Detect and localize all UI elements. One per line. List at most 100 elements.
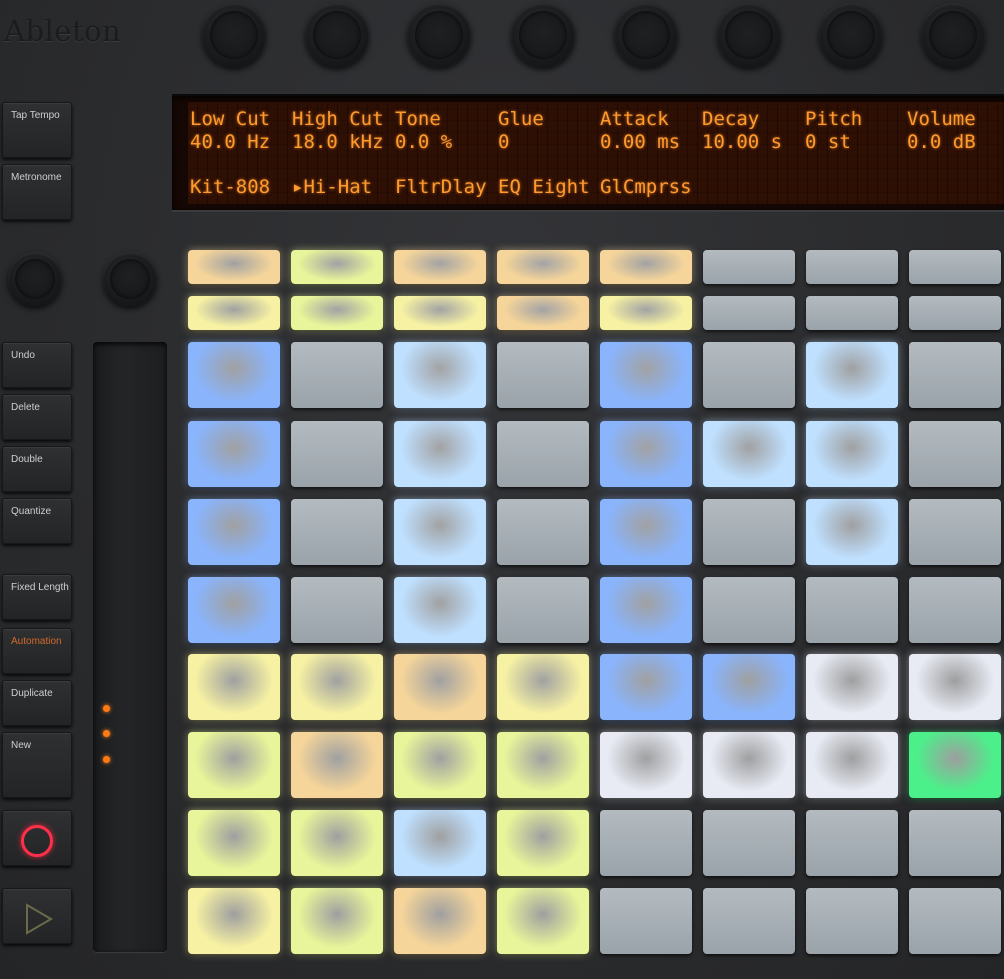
- pad-r4-c8[interactable]: [909, 577, 1001, 643]
- pad-r8-c5[interactable]: [600, 888, 692, 954]
- track-state-button-4[interactable]: [497, 296, 589, 330]
- pad-r4-c7[interactable]: [806, 577, 898, 643]
- quantize-button[interactable]: Quantize: [2, 498, 72, 544]
- swing-knob[interactable]: [103, 252, 157, 306]
- pad-r3-c4[interactable]: [497, 499, 589, 565]
- pad-r5-c4[interactable]: [497, 654, 589, 720]
- pad-r1-c5[interactable]: [600, 342, 692, 408]
- pad-r5-c7[interactable]: [806, 654, 898, 720]
- tap-tempo-button[interactable]: Tap Tempo: [2, 102, 72, 158]
- track-state-button-6[interactable]: [703, 296, 795, 330]
- encoder-knob-2[interactable]: [305, 3, 369, 67]
- track-select-button-2[interactable]: [291, 250, 383, 284]
- pad-r2-c5[interactable]: [600, 421, 692, 487]
- double-button[interactable]: Double: [2, 446, 72, 492]
- track-state-button-3[interactable]: [394, 296, 486, 330]
- pad-r6-c6[interactable]: [703, 732, 795, 798]
- pad-r8-c2[interactable]: [291, 888, 383, 954]
- play-button[interactable]: [2, 888, 72, 944]
- pad-r8-c3[interactable]: [394, 888, 486, 954]
- pad-r1-c3[interactable]: [394, 342, 486, 408]
- pad-r2-c3[interactable]: [394, 421, 486, 487]
- pad-r5-c5[interactable]: [600, 654, 692, 720]
- encoder-knob-3[interactable]: [407, 3, 471, 67]
- new-button[interactable]: New: [2, 732, 72, 798]
- automation-button[interactable]: Automation: [2, 628, 72, 674]
- pad-r3-c6[interactable]: [703, 499, 795, 565]
- track-state-button-5[interactable]: [600, 296, 692, 330]
- pad-r8-c4[interactable]: [497, 888, 589, 954]
- pad-r1-c7[interactable]: [806, 342, 898, 408]
- pad-r2-c4[interactable]: [497, 421, 589, 487]
- pad-r8-c6[interactable]: [703, 888, 795, 954]
- pad-r7-c2[interactable]: [291, 810, 383, 876]
- pad-r3-c3[interactable]: [394, 499, 486, 565]
- pad-r2-c2[interactable]: [291, 421, 383, 487]
- duplicate-button[interactable]: Duplicate: [2, 680, 72, 726]
- track-select-button-7[interactable]: [806, 250, 898, 284]
- pad-r4-c4[interactable]: [497, 577, 589, 643]
- pad-r5-c6[interactable]: [703, 654, 795, 720]
- metronome-button[interactable]: Metronome: [2, 164, 72, 220]
- track-state-button-1[interactable]: [188, 296, 280, 330]
- pad-r5-c3[interactable]: [394, 654, 486, 720]
- pad-r1-c8[interactable]: [909, 342, 1001, 408]
- pad-r7-c5[interactable]: [600, 810, 692, 876]
- pad-r8-c7[interactable]: [806, 888, 898, 954]
- encoder-knob-8[interactable]: [921, 3, 985, 67]
- touch-strip[interactable]: [93, 342, 167, 952]
- pad-r6-c5[interactable]: [600, 732, 692, 798]
- undo-button[interactable]: Undo: [2, 342, 72, 388]
- tempo-knob[interactable]: [8, 252, 62, 306]
- pad-r8-c8[interactable]: [909, 888, 1001, 954]
- pad-r4-c6[interactable]: [703, 577, 795, 643]
- track-state-button-2[interactable]: [291, 296, 383, 330]
- pad-r7-c3[interactable]: [394, 810, 486, 876]
- delete-button[interactable]: Delete: [2, 394, 72, 440]
- encoder-knob-5[interactable]: [614, 3, 678, 67]
- pad-r2-c1[interactable]: [188, 421, 280, 487]
- pad-r6-c2[interactable]: [291, 732, 383, 798]
- track-state-button-8[interactable]: [909, 296, 1001, 330]
- track-select-button-1[interactable]: [188, 250, 280, 284]
- encoder-knob-1[interactable]: [202, 3, 266, 67]
- pad-r7-c6[interactable]: [703, 810, 795, 876]
- pad-r8-c1[interactable]: [188, 888, 280, 954]
- track-select-button-4[interactable]: [497, 250, 589, 284]
- pad-r4-c2[interactable]: [291, 577, 383, 643]
- pad-r1-c2[interactable]: [291, 342, 383, 408]
- track-select-button-3[interactable]: [394, 250, 486, 284]
- pad-r5-c1[interactable]: [188, 654, 280, 720]
- pad-r1-c4[interactable]: [497, 342, 589, 408]
- encoder-knob-4[interactable]: [511, 3, 575, 67]
- pad-r4-c3[interactable]: [394, 577, 486, 643]
- pad-r7-c1[interactable]: [188, 810, 280, 876]
- pad-r5-c2[interactable]: [291, 654, 383, 720]
- track-select-button-5[interactable]: [600, 250, 692, 284]
- pad-r4-c1[interactable]: [188, 577, 280, 643]
- pad-r2-c7[interactable]: [806, 421, 898, 487]
- pad-r7-c7[interactable]: [806, 810, 898, 876]
- pad-r2-c8[interactable]: [909, 421, 1001, 487]
- pad-r6-c4[interactable]: [497, 732, 589, 798]
- pad-r7-c8[interactable]: [909, 810, 1001, 876]
- pad-r7-c4[interactable]: [497, 810, 589, 876]
- encoder-knob-7[interactable]: [819, 3, 883, 67]
- pad-r1-c1[interactable]: [188, 342, 280, 408]
- pad-r3-c8[interactable]: [909, 499, 1001, 565]
- record-button[interactable]: [2, 810, 72, 866]
- track-state-button-7[interactable]: [806, 296, 898, 330]
- pad-r2-c6[interactable]: [703, 421, 795, 487]
- encoder-knob-6[interactable]: [717, 3, 781, 67]
- pad-r6-c1[interactable]: [188, 732, 280, 798]
- pad-r4-c5[interactable]: [600, 577, 692, 643]
- pad-r3-c2[interactable]: [291, 499, 383, 565]
- pad-r3-c7[interactable]: [806, 499, 898, 565]
- pad-r6-c3[interactable]: [394, 732, 486, 798]
- track-select-button-6[interactable]: [703, 250, 795, 284]
- pad-r6-c8[interactable]: [909, 732, 1001, 798]
- track-select-button-8[interactable]: [909, 250, 1001, 284]
- fixed-length-button[interactable]: Fixed Length: [2, 574, 72, 620]
- pad-r6-c7[interactable]: [806, 732, 898, 798]
- pad-r1-c6[interactable]: [703, 342, 795, 408]
